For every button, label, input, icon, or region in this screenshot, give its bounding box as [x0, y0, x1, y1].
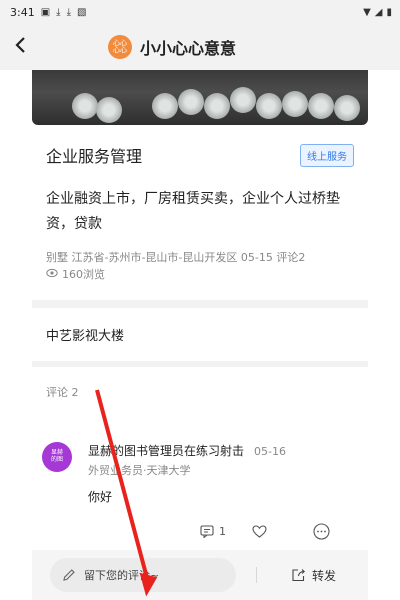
- post-title: 企业服务管理: [46, 147, 143, 166]
- app-bar: 心心 心心 小小心心意意: [0, 24, 400, 70]
- comment-actions: 1: [200, 523, 330, 540]
- commenter-avatar-text: 显赫 的图: [50, 449, 63, 463]
- share-button[interactable]: 转发: [291, 567, 336, 584]
- page-title: 小小心心意意: [140, 39, 237, 58]
- hero-image: [32, 70, 368, 125]
- building-name[interactable]: 中艺影视大楼: [32, 308, 368, 361]
- reply-count: 1: [219, 525, 226, 538]
- heart-icon: [252, 525, 267, 538]
- post-meta: 别墅 江苏省-苏州市-昆山市-昆山开发区 05-15 评论2: [46, 251, 306, 264]
- comment-date: 05-16: [254, 445, 286, 458]
- comment-item: 显赫 的图 显赫的图书管理员在练习射击 05-16 外贸业务员·天津大学 你好: [32, 400, 368, 505]
- status-time: 3:41: [10, 5, 35, 19]
- post-views: 160浏览: [32, 266, 368, 282]
- comments-header: 评论 2: [46, 386, 79, 399]
- reply-button[interactable]: 1: [200, 525, 226, 538]
- section-divider: [32, 300, 368, 308]
- chevron-left-icon: [15, 36, 25, 53]
- wifi-icon: ▼: [363, 6, 371, 18]
- status-right: ▼ ◢ ▮: [363, 7, 392, 18]
- comment-body: 显赫的图书管理员在练习射击 05-16 外贸业务员·天津大学 你好: [88, 442, 286, 505]
- status-left: 3:41 ▣ ⤓ ⤓ ▧: [10, 6, 86, 19]
- shop-avatar: 心心 心心: [108, 35, 132, 59]
- comment-icon: [200, 525, 214, 538]
- service-tag: 线上服务: [300, 143, 354, 167]
- content-scroll[interactable]: 企业服务管理 线上服务 企业融资上市，厂房租赁买卖，企业个人过桥垫资，贷款 别墅…: [32, 70, 368, 550]
- back-button[interactable]: [14, 35, 40, 60]
- comment-name-row: 显赫的图书管理员在练习射击 05-16: [88, 442, 286, 459]
- commenter-subtitle: 外贸业务员·天津大学: [88, 464, 191, 477]
- bottom-bar: 留下您的评论~ 转发: [32, 550, 368, 600]
- like-button[interactable]: [252, 525, 267, 538]
- status-bar: 3:41 ▣ ⤓ ⤓ ▧ ▼ ◢ ▮: [0, 0, 400, 24]
- eye-icon: [46, 268, 58, 281]
- commenter-name[interactable]: 显赫的图书管理员在练习射击: [88, 442, 244, 459]
- pencil-icon: [63, 569, 75, 581]
- comment-input[interactable]: 留下您的评论~: [50, 558, 236, 592]
- views-count: 160浏览: [62, 268, 105, 281]
- more-icon: [313, 523, 330, 540]
- download-icon: ⤓: [56, 6, 61, 18]
- post-description: 企业融资上市，厂房租赁买卖，企业个人过桥垫资，贷款: [46, 191, 340, 232]
- battery-icon: ▮: [386, 6, 392, 18]
- avatar-text: 心心 心心: [113, 38, 127, 54]
- gallery-icon: ▣: [40, 6, 51, 18]
- app-title-group[interactable]: 心心 心心 小小心心意意: [108, 35, 236, 59]
- download-icon: ⤓: [66, 6, 71, 18]
- share-label: 转发: [312, 568, 337, 583]
- share-icon: [292, 569, 306, 582]
- signal-icon: ◢: [374, 6, 383, 18]
- comment-text: 你好: [88, 490, 113, 504]
- bottom-divider: [256, 567, 257, 583]
- post-header: 企业服务管理 线上服务: [32, 125, 368, 179]
- commenter-avatar[interactable]: 显赫 的图: [42, 442, 72, 472]
- more-button[interactable]: [313, 523, 330, 540]
- app-icon: ▧: [77, 6, 87, 18]
- comment-placeholder: 留下您的评论~: [84, 569, 160, 582]
